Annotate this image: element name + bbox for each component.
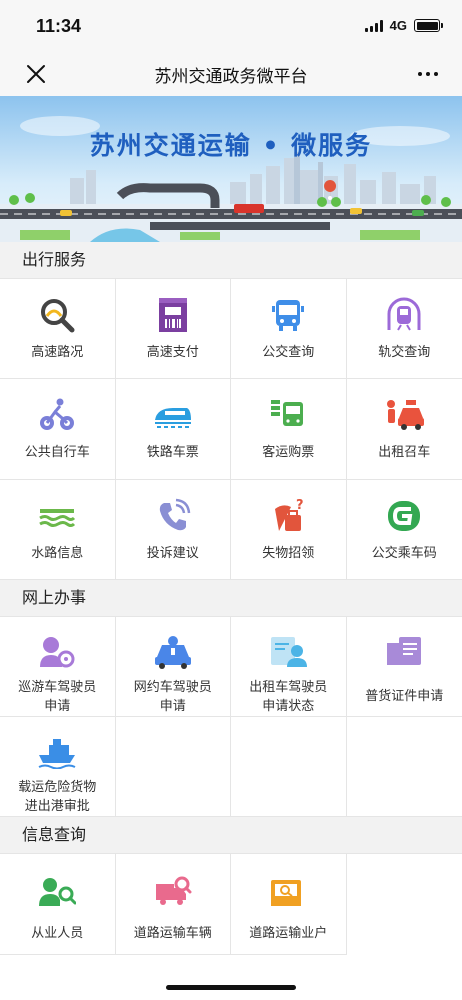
business-search-icon (268, 872, 308, 912)
service-label: 失物招领 (262, 545, 315, 561)
driver-status-icon (268, 633, 308, 670)
section-header-online: 网上办事 (0, 579, 462, 616)
home-indicator[interactable] (166, 985, 296, 990)
service-highway-traffic[interactable]: 高速路况 (0, 279, 116, 380)
svg-text:?: ? (296, 498, 304, 513)
service-public-bicycle[interactable]: 公共自行车 (0, 379, 116, 480)
service-lost-found[interactable]: ? 失物招领 (231, 479, 347, 580)
city-illustration (0, 96, 462, 242)
service-label: 载运危险货物 进出港审批 (18, 779, 97, 814)
banner-title: 苏州交通运输 • 微服务 (89, 131, 373, 160)
page-title: 苏州交通政务微平台 (154, 66, 308, 87)
hazard-ship-icon (37, 733, 77, 770)
nav-bar: 苏州交通政务微平台 (0, 52, 462, 96)
signal-icon (364, 19, 383, 32)
service-label: 巡游车驾驶员 申请 (18, 679, 97, 714)
service-highway-payment[interactable]: 高速支付 (115, 279, 231, 380)
service-label: 出租召车 (378, 445, 431, 461)
taxi-driver-icon (37, 633, 77, 670)
staff-search-icon (37, 872, 77, 912)
service-label: 公交查询 (262, 345, 315, 360)
status-bar: 11:34 4G (0, 0, 462, 52)
service-metro-query[interactable]: 轨交查询 (346, 279, 462, 380)
service-label: 道路运输业户 (249, 925, 328, 941)
service-label: 公共自行车 (24, 445, 90, 461)
service-coach-ticket[interactable]: 客运购票 (231, 379, 347, 480)
service-label: 高速支付 (146, 345, 199, 360)
service-bus-query[interactable]: 公交查询 (231, 279, 347, 380)
service-complaint[interactable]: 投诉建议 (115, 479, 231, 580)
bicycle-icon (37, 395, 77, 435)
service-label: 轨交查询 (378, 345, 431, 360)
banner[interactable]: 苏州交通运输 • 微服务 (0, 96, 462, 242)
bus-icon (268, 295, 308, 335)
battery-icon (414, 19, 443, 32)
service-label: 水路信息 (31, 545, 84, 561)
network-type: 4G (389, 18, 407, 33)
section-header-info-query: 信息查询 (0, 816, 462, 853)
service-bus-code[interactable]: 公交乘车码 (346, 479, 462, 580)
status-indicators: 4G (364, 18, 443, 33)
query-transport-businesses[interactable]: 道路运输业户 (231, 853, 347, 955)
service-label: 公交乘车码 (371, 545, 437, 561)
service-waterway-info[interactable]: 水路信息 (0, 479, 116, 580)
ride-hail-driver-icon (153, 633, 193, 670)
service-label: 高速路况 (31, 345, 84, 360)
query-practitioners[interactable]: 从业人员 (0, 853, 116, 955)
bus-code-icon (384, 496, 424, 536)
vehicle-search-icon (153, 872, 193, 912)
coach-icon (268, 395, 308, 435)
service-label: 道路运输车辆 (133, 925, 212, 941)
metro-icon (384, 295, 424, 335)
waterway-icon (37, 496, 77, 536)
service-label: 普货证件申请 (365, 688, 444, 704)
more-options-icon[interactable] (418, 72, 438, 76)
lost-found-icon: ? (268, 496, 308, 536)
service-label: 出租车驾驶员 申请状态 (249, 679, 328, 714)
service-cruise-taxi-driver[interactable]: 巡游车驾驶员 申请 (0, 616, 116, 717)
close-icon[interactable] (24, 62, 48, 86)
service-taxi-call[interactable]: 出租召车 (346, 379, 462, 480)
empty-cell (346, 716, 462, 817)
freight-license-icon (384, 633, 424, 673)
train-icon (153, 395, 193, 435)
info-query-grid: 从业人员 道路运输车辆 道路运输业户 (0, 852, 462, 955)
highway-search-icon (37, 295, 77, 335)
query-transport-vehicles[interactable]: 道路运输车辆 (115, 853, 231, 955)
service-label: 投诉建议 (146, 545, 199, 561)
empty-cell (346, 853, 462, 955)
service-freight-license[interactable]: 普货证件申请 (346, 616, 462, 717)
empty-cell (115, 716, 231, 817)
empty-cell (231, 716, 347, 817)
service-label: 从业人员 (31, 925, 84, 941)
section-header-travel: 出行服务 (0, 242, 462, 278)
service-label: 网约车驾驶员 申请 (133, 679, 212, 714)
taxi-icon (384, 395, 425, 435)
service-railway-ticket[interactable]: 铁路车票 (115, 379, 231, 480)
phone-complaint-icon (153, 496, 193, 536)
status-time: 11:34 (36, 16, 82, 36)
service-label: 铁路车票 (146, 445, 199, 461)
service-taxi-driver-status[interactable]: 出租车驾驶员 申请状态 (231, 616, 347, 717)
toll-ticket-icon (153, 295, 193, 335)
service-label: 客运购票 (262, 445, 315, 461)
service-ride-hail-driver[interactable]: 网约车驾驶员 申请 (115, 616, 231, 717)
service-hazardous-cargo-approval[interactable]: 载运危险货物 进出港审批 (0, 716, 116, 817)
online-services-grid: 巡游车驾驶员 申请 网约车驾驶员 申请 出租车驾驶员 申请状态 普货证件申请 载… (0, 615, 462, 817)
travel-services-grid: 高速路况 高速支付 公交查询 轨交查询 公共自行车 铁路车票 客运购票 出租召车… (0, 278, 462, 580)
